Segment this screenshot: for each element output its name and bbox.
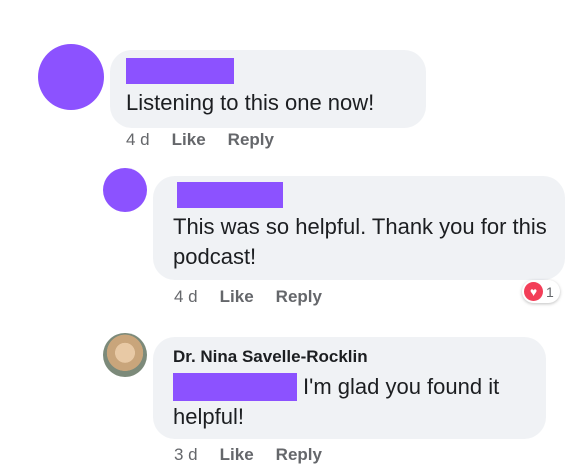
comment-text-line-2: helpful! [173,404,244,429]
comment-bubble: Listening to this one now! [110,50,426,128]
author-avatar[interactable] [103,333,147,377]
reply-button[interactable]: Reply [228,130,274,150]
redacted-mention [173,373,297,401]
comment-text: This was so helpful. Thank you for this … [173,214,547,269]
avatar[interactable] [103,168,147,212]
redacted-author-name [126,58,234,84]
comment-text: I'm glad you found it [303,374,500,399]
like-button[interactable]: Like [220,287,254,307]
heart-icon: ♥ [524,282,543,301]
comment-timestamp[interactable]: 3 d [174,445,198,465]
comment-meta: 3 d Like Reply [174,445,322,465]
comment-text: Listening to this one now! [126,90,375,115]
comment-meta: 4 d Like Reply [174,287,322,307]
reaction-badge[interactable]: ♥ 1 [522,280,560,303]
reply-button[interactable]: Reply [276,287,322,307]
reply-button[interactable]: Reply [276,445,322,465]
avatar[interactable] [38,44,104,110]
comment-bubble: This was so helpful. Thank you for this … [153,176,565,280]
comment-meta: 4 d Like Reply [126,130,274,150]
comment-timestamp[interactable]: 4 d [174,287,198,307]
redacted-author-name [177,182,283,208]
comment-author-name[interactable]: Dr. Nina Savelle-Rocklin [173,347,368,367]
reaction-count: 1 [546,283,554,300]
comment-timestamp[interactable]: 4 d [126,130,150,150]
comment-bubble: Dr. Nina Savelle-Rocklin I'm glad you fo… [153,337,546,439]
like-button[interactable]: Like [220,445,254,465]
like-button[interactable]: Like [172,130,206,150]
